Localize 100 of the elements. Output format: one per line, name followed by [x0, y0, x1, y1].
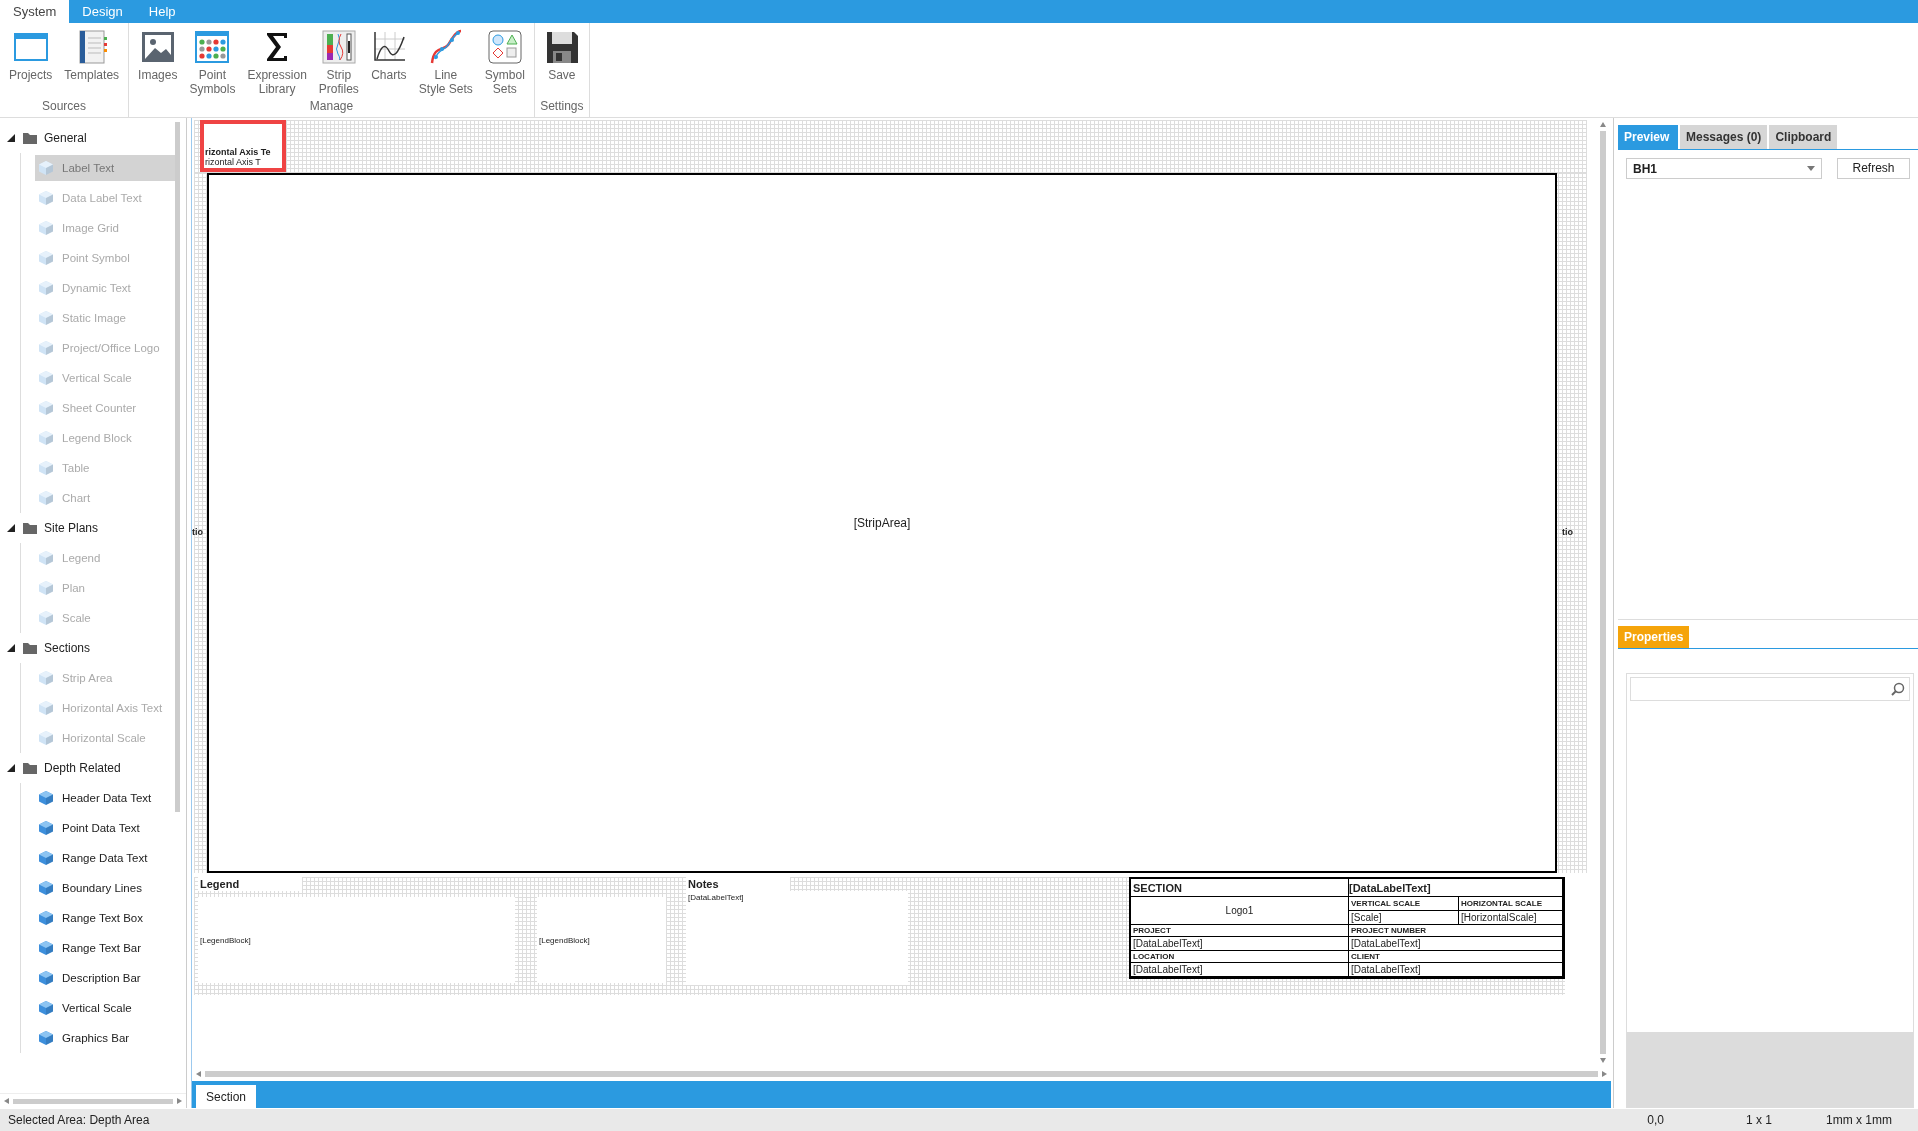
tree-group-label[interactable]: Site Plans: [44, 521, 99, 535]
strip-columns-icon: [320, 29, 357, 65]
search-icon: [1891, 682, 1905, 696]
notes-box[interactable]: [DataLabelText]: [686, 891, 908, 985]
cube-icon: [38, 670, 54, 686]
axis-text-box[interactable]: rizontal Axis Te rizontal Axis T: [200, 120, 286, 172]
expand-arrow-icon[interactable]: [6, 133, 16, 143]
legend-block[interactable]: [LegendBlock]: [198, 897, 515, 983]
scroll-left-icon[interactable]: [196, 1071, 201, 1077]
cube-icon: [38, 790, 54, 806]
cube-icon: [38, 880, 54, 896]
tree-item[interactable]: Graphics Bar: [35, 1025, 178, 1051]
title-block[interactable]: SECTION [DataLabelText] Logo1 VERTICAL SCALE HORIZONTAL SCALE [Scale] [HorizontalScale] PROJECT PROJECT NUMBER [DataLabelText] [DataLabelText] LOCATION CLIENT [DataLabelText] [DataLabelText]: [1129, 877, 1565, 979]
dropdown[interactable]: BH1: [1626, 158, 1822, 179]
cube-icon: [38, 700, 54, 716]
table-cell: SECTION: [1131, 879, 1349, 897]
status-text: 0,0: [1646, 1113, 1664, 1127]
table-cell: Logo1: [1131, 897, 1349, 925]
edge-label: tio: [1562, 527, 1573, 537]
table-cell: [DataLabelText]: [1349, 879, 1563, 897]
scroll-right-icon[interactable]: [177, 1098, 182, 1104]
cube-icon: [38, 250, 54, 266]
scroll-left-icon[interactable]: [4, 1098, 9, 1104]
cube-icon: [38, 400, 54, 416]
table-cell: PROJECT NUMBER: [1349, 925, 1563, 937]
notes-title: Notes: [686, 877, 790, 891]
folder-icon: [22, 131, 38, 145]
group-label: Sources: [41, 99, 88, 115]
table-cell: [DataLabelText]: [1349, 963, 1563, 977]
cube-icon: [38, 970, 54, 986]
tree-item[interactable]: Point Data Text: [35, 815, 178, 841]
table-cell: [DataLabelText]: [1131, 937, 1349, 951]
ribbon-button[interactable]: Projects: [3, 27, 59, 99]
table-cell: VERTICAL SCALE: [1349, 897, 1459, 911]
cube-icon: [38, 340, 54, 356]
cube-icon: [38, 1030, 54, 1046]
scrollbar[interactable]: [175, 122, 180, 812]
cube-icon: [38, 430, 54, 446]
legend-block[interactable]: [LegendBlock]: [537, 897, 666, 983]
tree-item[interactable]: Range Data Text: [35, 845, 178, 871]
tree-item[interactable]: Range Text Box: [35, 905, 178, 931]
cube-icon: [38, 280, 54, 296]
ribbon-button[interactable]: Templates: [58, 27, 126, 99]
tree-group-label[interactable]: General: [44, 131, 87, 145]
scroll-right-icon[interactable]: [1602, 1071, 1607, 1077]
document-tab[interactable]: Section: [196, 1085, 257, 1108]
ribbon-button[interactable]: Strip Profiles: [312, 27, 365, 99]
panel-tab[interactable]: Messages (0): [1680, 125, 1768, 149]
tree-item[interactable]: Vertical Scale: [35, 995, 178, 1021]
refresh-button[interactable]: Refresh: [1837, 158, 1910, 179]
group-label: Settings: [539, 99, 585, 115]
scrollbar[interactable]: [13, 1098, 173, 1104]
status-text: 1mm x 1mm: [1825, 1113, 1892, 1127]
panel-tab[interactable]: Clipboard: [1769, 125, 1838, 149]
ribbon-button[interactable]: Expression Library: [241, 27, 313, 99]
expand-arrow-icon[interactable]: [6, 643, 16, 653]
image-icon: [139, 29, 176, 65]
folder-icon: [22, 641, 38, 655]
menu-tab[interactable]: System: [0, 0, 70, 23]
cube-icon: [38, 610, 54, 626]
dot-grid-icon: [194, 29, 231, 65]
cube-icon: [38, 160, 54, 176]
tree-item[interactable]: Range Text Bar: [35, 935, 178, 961]
ribbon-button[interactable]: Images: [132, 27, 184, 99]
caret-icon: [1807, 166, 1815, 171]
ribbon-button[interactable]: Symbol Sets: [478, 27, 531, 99]
scroll-down-icon[interactable]: [1600, 1058, 1606, 1063]
tree-item[interactable]: Boundary Lines: [35, 875, 178, 901]
ribbon-button[interactable]: Charts: [364, 27, 413, 99]
tree-group-label[interactable]: Depth Related: [44, 761, 121, 775]
edge-label: tio: [192, 527, 203, 537]
tree-item[interactable]: Header Data Text: [35, 785, 178, 811]
table-cell: [Scale]: [1349, 911, 1459, 925]
cube-icon: [38, 550, 54, 566]
cube-icon: [38, 820, 54, 836]
strip-area[interactable]: [StripArea]: [207, 173, 1557, 873]
expand-arrow-icon[interactable]: [6, 523, 16, 533]
scrollbar[interactable]: [1600, 131, 1606, 1054]
tree-item[interactable]: Description Bar: [35, 965, 178, 991]
cube-icon: [38, 850, 54, 866]
table-cell: LOCATION: [1131, 951, 1349, 963]
cube-icon: [38, 370, 54, 386]
scroll-up-icon[interactable]: [1600, 122, 1606, 127]
tree-group-label[interactable]: Sections: [44, 641, 91, 655]
cube-icon: [38, 910, 54, 926]
ribbon-button[interactable]: Save: [537, 27, 586, 99]
group-label: Manage: [308, 99, 355, 115]
shapes-icon: [486, 29, 523, 65]
cube-icon: [38, 730, 54, 746]
ribbon-button[interactable]: Line Style Sets: [412, 27, 479, 99]
table-cell: [DataLabelText]: [1131, 963, 1349, 977]
folder-icon: [22, 521, 38, 535]
search-field[interactable]: [1630, 677, 1910, 701]
expand-arrow-icon[interactable]: [6, 763, 16, 773]
table-cell: [DataLabelText]: [1349, 937, 1563, 951]
ribbon-button[interactable]: Point Symbols: [183, 27, 242, 99]
cube-icon: [38, 310, 54, 326]
cube-icon: [38, 220, 54, 236]
scrollbar[interactable]: [205, 1071, 1598, 1077]
table-cell: PROJECT: [1131, 925, 1349, 937]
